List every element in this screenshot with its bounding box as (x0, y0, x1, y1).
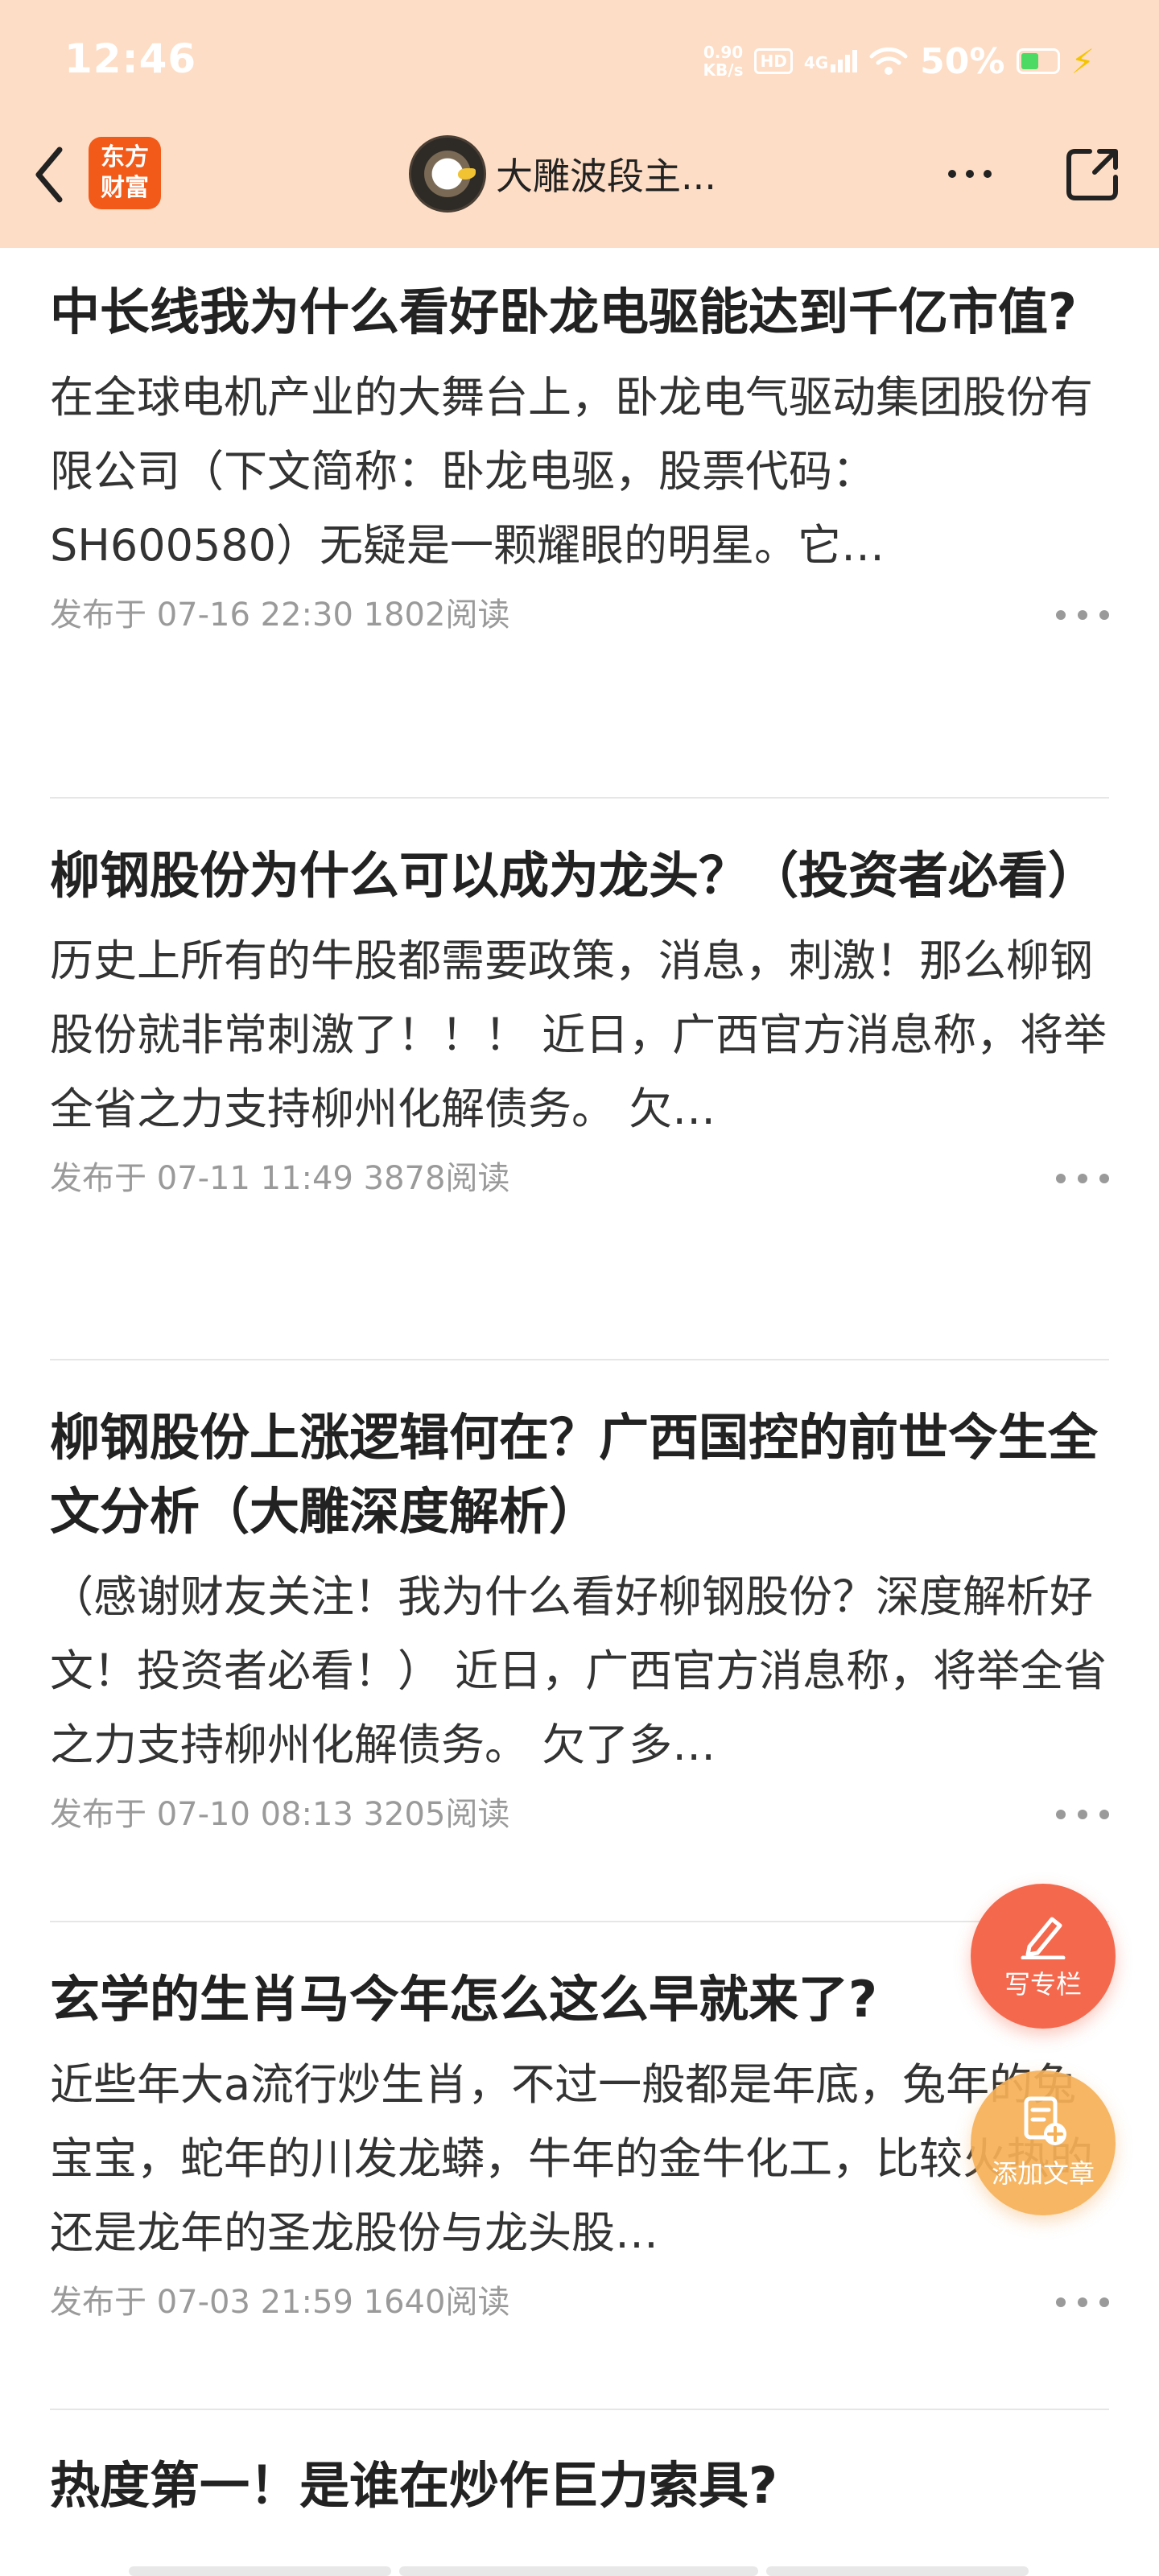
status-icons: 0.90 KB/s HD 4G 50% ⚡ (703, 37, 1095, 85)
article-meta: 发布于 07-11 11:49 3878阅读 (50, 1154, 1109, 1203)
share-icon[interactable] (1062, 145, 1122, 204)
network-speed-value: 0.90 (703, 43, 744, 62)
article-meta: 发布于 07-10 08:13 3205阅读 (50, 1790, 1109, 1839)
article-meta: 发布于 07-16 22:30 1802阅读 (50, 591, 1109, 639)
divider (50, 1921, 1109, 1922)
article-title[interactable]: 热度第一！是谁在炒作巨力索具? (50, 2449, 1109, 2523)
avatar[interactable] (409, 135, 486, 213)
hd-icon: HD (754, 48, 793, 74)
article-title[interactable]: 柳钢股份为什么可以成为龙头？（投资者必看） (50, 839, 1109, 913)
logo-line-1: 东方 (101, 143, 149, 171)
article-card[interactable]: 柳钢股份上涨逻辑何在？广西国控的前世今生全文分析（大雕深度解析） （感谢财友关注… (50, 1401, 1109, 1839)
cellular-signal-icon: 4G (803, 50, 858, 72)
network-speed-unit: KB/s (703, 60, 744, 80)
more-options-button[interactable] (934, 150, 1006, 198)
write-column-button[interactable]: 写专栏 (971, 1884, 1116, 2029)
publish-info: 发布于 07-11 11:49 3878阅读 (50, 1160, 510, 1197)
article-card[interactable]: 中长线我为什么看好卧龙电驱能达到千亿市值? 在全球电机产业的大舞台上，卧龙电气驱… (50, 275, 1109, 639)
article-more-icon[interactable] (1056, 1798, 1109, 1831)
image-placeholder (129, 2566, 391, 2576)
battery-percent: 50% (920, 40, 1005, 82)
article-card[interactable]: 柳钢股份为什么可以成为龙头？（投资者必看） 历史上所有的牛股都需要政策，消息，刺… (50, 839, 1109, 1203)
article-more-icon[interactable] (1056, 599, 1109, 631)
top-bar: 12:46 0.90 KB/s HD 4G 50% ⚡ 东方 财富 大雕波段主.… (0, 0, 1159, 248)
image-placeholder (766, 2566, 1029, 2576)
publish-info: 发布于 07-03 21:59 1640阅读 (50, 2284, 510, 2321)
publish-info: 发布于 07-16 22:30 1802阅读 (50, 597, 510, 634)
battery-icon (1016, 48, 1060, 74)
image-placeholder (399, 2566, 758, 2576)
article-more-icon[interactable] (1056, 1162, 1109, 1195)
network-speed: 0.90 KB/s (703, 43, 744, 79)
network-type: 4G (803, 53, 829, 72)
status-time: 12:46 (64, 35, 197, 82)
article-card[interactable]: 热度第一！是谁在炒作巨力索具? (50, 2449, 1109, 2523)
article-title[interactable]: 中长线我为什么看好卧龙电驱能达到千亿市值? (50, 275, 1109, 349)
author-header[interactable]: 大雕波段主... (409, 135, 716, 213)
wifi-icon (869, 47, 908, 75)
article-meta: 发布于 07-03 21:59 1640阅读 (50, 2278, 1109, 2326)
back-arrow-icon[interactable] (24, 138, 72, 211)
article-excerpt[interactable]: 近些年大a流行炒生肖，不过一般都是年底，兔年的兔宝宝，蛇年的川发龙蟒，牛年的金牛… (50, 2048, 1109, 2270)
article-title[interactable]: 柳钢股份上涨逻辑何在？广西国控的前世今生全文分析（大雕深度解析） (50, 1401, 1109, 1549)
article-excerpt[interactable]: （感谢财友关注！我为什么看好柳钢股份？深度解析好文！投资者必看！） 近日，广西官… (50, 1560, 1109, 1782)
article-excerpt[interactable]: 在全球电机产业的大舞台上，卧龙电气驱动集团股份有限公司（下文简称：卧龙电驱，股票… (50, 361, 1109, 583)
article-excerpt[interactable]: 历史上所有的牛股都需要政策，消息，刺激！那么柳钢股份就非常刺激了！！！ 近日，广… (50, 924, 1109, 1146)
article-card[interactable]: 玄学的生肖马今年怎么这么早就来了? 近些年大a流行炒生肖，不过一般都是年底，兔年… (50, 1963, 1109, 2326)
divider (50, 1359, 1109, 1360)
logo-line-2: 财富 (101, 174, 149, 202)
author-name: 大雕波段主... (496, 155, 716, 198)
pencil-icon (1021, 1917, 1066, 1959)
divider (50, 797, 1109, 799)
article-more-icon[interactable] (1056, 2286, 1109, 2318)
charging-icon: ⚡ (1070, 41, 1095, 81)
publish-info: 发布于 07-10 08:13 3205阅读 (50, 1796, 510, 1833)
add-article-button[interactable]: 添加文章 (971, 2070, 1116, 2215)
add-document-icon (1024, 2096, 1066, 2145)
write-column-label: 写专栏 (1004, 1969, 1082, 2000)
more-horizontal-icon (948, 170, 992, 178)
app-logo[interactable]: 东方 财富 (89, 137, 161, 209)
add-article-label: 添加文章 (991, 2158, 1095, 2189)
article-title[interactable]: 玄学的生肖马今年怎么这么早就来了? (50, 1963, 1109, 2037)
divider (50, 2409, 1109, 2410)
